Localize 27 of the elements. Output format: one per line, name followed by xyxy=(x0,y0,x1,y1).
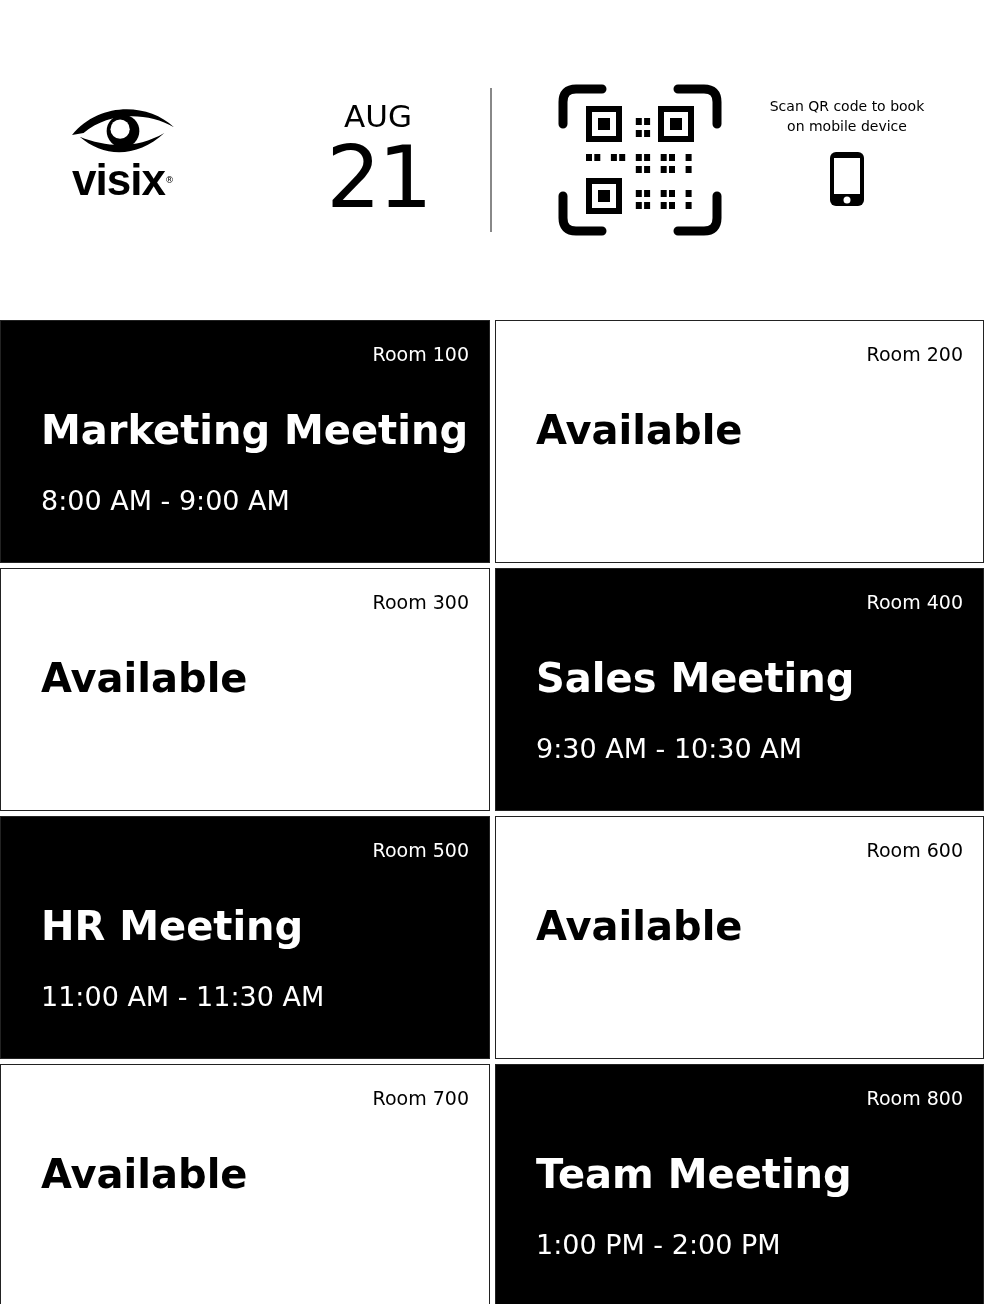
meeting-title: Available xyxy=(536,903,744,949)
smartphone-icon xyxy=(828,150,866,208)
month-text: AUG xyxy=(344,100,412,132)
registered-mark: ® xyxy=(164,176,174,185)
room-number: Room 600 xyxy=(866,839,963,861)
logo-text: visix xyxy=(72,158,165,202)
qr-code-icon xyxy=(558,84,722,236)
day-number: 21 xyxy=(326,133,430,220)
room-number: Room 800 xyxy=(866,1087,963,1109)
meeting-time: 9:30 AM - 10:30 AM xyxy=(536,733,804,764)
qr-caption: Scan QR code to book on mobile device xyxy=(768,97,926,136)
room-number: Room 700 xyxy=(372,1087,469,1109)
room-number: Room 400 xyxy=(866,591,963,613)
room-number: Room 300 xyxy=(372,591,469,613)
room-number: Room 200 xyxy=(866,343,963,365)
room-number: Room 500 xyxy=(372,839,469,861)
meeting-time: 8:00 AM - 9:00 AM xyxy=(41,485,291,516)
meeting-time: 11:00 AM - 11:30 AM xyxy=(41,981,326,1012)
room-number: Room 100 xyxy=(372,343,469,365)
meeting-title: Marketing Meeting xyxy=(41,407,469,453)
meeting-title: Available xyxy=(536,407,744,453)
meeting-title: Available xyxy=(41,655,249,701)
meeting-title: Team Meeting xyxy=(536,1151,853,1197)
meeting-time: 1:00 PM - 2:00 PM xyxy=(536,1229,782,1260)
meeting-title: Sales Meeting xyxy=(536,655,856,701)
meeting-title: HR Meeting xyxy=(41,903,305,949)
meeting-title: Available xyxy=(41,1151,249,1197)
